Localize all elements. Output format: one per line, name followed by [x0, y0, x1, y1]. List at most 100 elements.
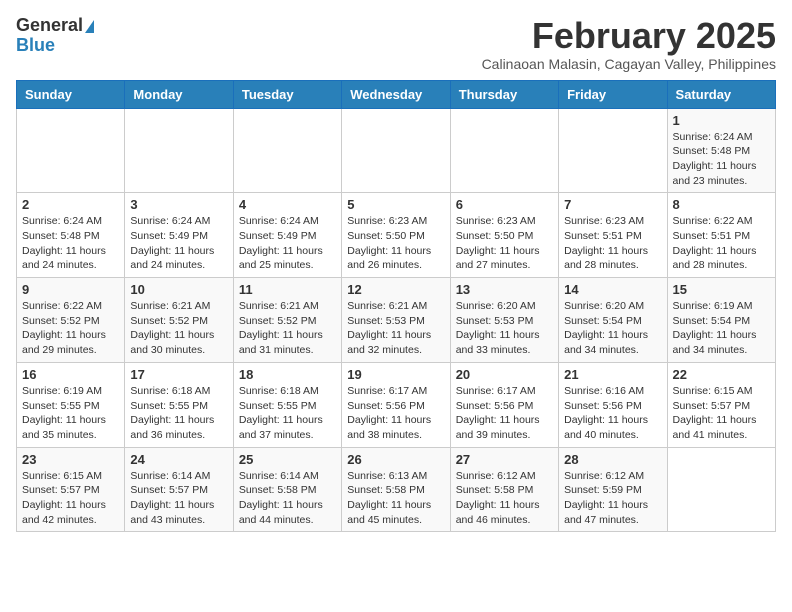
- day-number: 19: [347, 367, 444, 382]
- day-number: 14: [564, 282, 661, 297]
- day-info: Sunrise: 6:19 AM Sunset: 5:54 PM Dayligh…: [673, 299, 770, 358]
- calendar-cell: 8 Sunrise: 6:22 AM Sunset: 5:51 PM Daylig…: [667, 193, 775, 278]
- calendar-cell: [559, 108, 667, 193]
- day-number: 27: [456, 452, 553, 467]
- calendar-header-wednesday: Wednesday: [342, 80, 450, 108]
- day-info: Sunrise: 6:23 AM Sunset: 5:51 PM Dayligh…: [564, 214, 661, 273]
- calendar-cell: 14 Sunrise: 6:20 AM Sunset: 5:54 PM Dayli…: [559, 278, 667, 363]
- day-info: Sunrise: 6:17 AM Sunset: 5:56 PM Dayligh…: [456, 384, 553, 443]
- day-info: Sunrise: 6:20 AM Sunset: 5:53 PM Dayligh…: [456, 299, 553, 358]
- calendar-cell: 6Sunrise: 6:23 AM Sunset: 5:50 PM Daylig…: [450, 193, 558, 278]
- day-number: 4: [239, 197, 336, 212]
- day-number: 7: [564, 197, 661, 212]
- day-info: Sunrise: 6:20 AM Sunset: 5:54 PM Dayligh…: [564, 299, 661, 358]
- calendar-cell: 17 Sunrise: 6:18 AM Sunset: 5:55 PM Dayli…: [125, 362, 233, 447]
- day-number: 5: [347, 197, 444, 212]
- day-info: Sunrise: 6:24 AM Sunset: 5:48 PM Dayligh…: [673, 130, 770, 189]
- day-number: 13: [456, 282, 553, 297]
- calendar-cell: 1 Sunrise: 6:24 AM Sunset: 5:48 PM Daylig…: [667, 108, 775, 193]
- title-area: February 2025 Calinaoan Malasin, Cagayan…: [482, 16, 776, 72]
- calendar-week-row: 2 Sunrise: 6:24 AM Sunset: 5:48 PM Daylig…: [17, 193, 776, 278]
- calendar-header-saturday: Saturday: [667, 80, 775, 108]
- day-info: Sunrise: 6:14 AM Sunset: 5:57 PM Dayligh…: [130, 469, 227, 528]
- day-info: Sunrise: 6:14 AM Sunset: 5:58 PM Dayligh…: [239, 469, 336, 528]
- calendar-cell: 7 Sunrise: 6:23 AM Sunset: 5:51 PM Daylig…: [559, 193, 667, 278]
- day-info: Sunrise: 6:15 AM Sunset: 5:57 PM Dayligh…: [673, 384, 770, 443]
- calendar-week-row: 1 Sunrise: 6:24 AM Sunset: 5:48 PM Daylig…: [17, 108, 776, 193]
- calendar-cell: 15 Sunrise: 6:19 AM Sunset: 5:54 PM Dayli…: [667, 278, 775, 363]
- day-info: Sunrise: 6:13 AM Sunset: 5:58 PM Dayligh…: [347, 469, 444, 528]
- day-number: 20: [456, 367, 553, 382]
- day-info: Sunrise: 6:18 AM Sunset: 5:55 PM Dayligh…: [130, 384, 227, 443]
- day-number: 18: [239, 367, 336, 382]
- day-info: Sunrise: 6:21 AM Sunset: 5:52 PM Dayligh…: [130, 299, 227, 358]
- day-info: Sunrise: 6:17 AM Sunset: 5:56 PM Dayligh…: [347, 384, 444, 443]
- day-info: Sunrise: 6:21 AM Sunset: 5:52 PM Dayligh…: [239, 299, 336, 358]
- day-number: 3: [130, 197, 227, 212]
- calendar-header-tuesday: Tuesday: [233, 80, 341, 108]
- calendar-cell: 16 Sunrise: 6:19 AM Sunset: 5:55 PM Dayli…: [17, 362, 125, 447]
- header: General Blue February 2025 Calinaoan Mal…: [16, 16, 776, 72]
- day-number: 1: [673, 113, 770, 128]
- calendar-cell: 11 Sunrise: 6:21 AM Sunset: 5:52 PM Dayli…: [233, 278, 341, 363]
- day-number: 16: [22, 367, 119, 382]
- calendar-cell: 25 Sunrise: 6:14 AM Sunset: 5:58 PM Dayli…: [233, 447, 341, 532]
- logo: General Blue: [16, 16, 94, 56]
- day-info: Sunrise: 6:16 AM Sunset: 5:56 PM Dayligh…: [564, 384, 661, 443]
- day-info: Sunrise: 6:23 AM Sunset: 5:50 PM Dayligh…: [347, 214, 444, 273]
- calendar-cell: 9 Sunrise: 6:22 AM Sunset: 5:52 PM Daylig…: [17, 278, 125, 363]
- day-info: Sunrise: 6:22 AM Sunset: 5:52 PM Dayligh…: [22, 299, 119, 358]
- day-info: Sunrise: 6:24 AM Sunset: 5:48 PM Dayligh…: [22, 214, 119, 273]
- calendar-cell: [125, 108, 233, 193]
- calendar-week-row: 23 Sunrise: 6:15 AM Sunset: 5:57 PM Dayli…: [17, 447, 776, 532]
- day-number: 17: [130, 367, 227, 382]
- calendar-cell: [450, 108, 558, 193]
- calendar-cell: 26Sunrise: 6:13 AM Sunset: 5:58 PM Dayli…: [342, 447, 450, 532]
- day-number: 25: [239, 452, 336, 467]
- day-info: Sunrise: 6:19 AM Sunset: 5:55 PM Dayligh…: [22, 384, 119, 443]
- calendar-cell: 13 Sunrise: 6:20 AM Sunset: 5:53 PM Dayli…: [450, 278, 558, 363]
- calendar-cell: [342, 108, 450, 193]
- day-info: Sunrise: 6:24 AM Sunset: 5:49 PM Dayligh…: [239, 214, 336, 273]
- day-number: 2: [22, 197, 119, 212]
- day-number: 28: [564, 452, 661, 467]
- calendar-cell: 19 Sunrise: 6:17 AM Sunset: 5:56 PM Dayli…: [342, 362, 450, 447]
- calendar-cell: [17, 108, 125, 193]
- calendar-header-friday: Friday: [559, 80, 667, 108]
- calendar-cell: 3 Sunrise: 6:24 AM Sunset: 5:49 PM Daylig…: [125, 193, 233, 278]
- day-number: 9: [22, 282, 119, 297]
- day-number: 8: [673, 197, 770, 212]
- day-number: 6: [456, 197, 553, 212]
- day-info: Sunrise: 6:12 AM Sunset: 5:58 PM Dayligh…: [456, 469, 553, 528]
- calendar-header-monday: Monday: [125, 80, 233, 108]
- calendar-cell: 21Sunrise: 6:16 AM Sunset: 5:56 PM Dayli…: [559, 362, 667, 447]
- day-number: 15: [673, 282, 770, 297]
- day-number: 22: [673, 367, 770, 382]
- calendar-week-row: 9 Sunrise: 6:22 AM Sunset: 5:52 PM Daylig…: [17, 278, 776, 363]
- day-info: Sunrise: 6:22 AM Sunset: 5:51 PM Dayligh…: [673, 214, 770, 273]
- calendar-cell: 5 Sunrise: 6:23 AM Sunset: 5:50 PM Daylig…: [342, 193, 450, 278]
- day-info: Sunrise: 6:24 AM Sunset: 5:49 PM Dayligh…: [130, 214, 227, 273]
- day-number: 11: [239, 282, 336, 297]
- day-info: Sunrise: 6:18 AM Sunset: 5:55 PM Dayligh…: [239, 384, 336, 443]
- calendar-cell: 12 Sunrise: 6:21 AM Sunset: 5:53 PM Dayli…: [342, 278, 450, 363]
- calendar-cell: 2 Sunrise: 6:24 AM Sunset: 5:48 PM Daylig…: [17, 193, 125, 278]
- page-subtitle: Calinaoan Malasin, Cagayan Valley, Phili…: [482, 56, 776, 72]
- calendar-header-thursday: Thursday: [450, 80, 558, 108]
- calendar-cell: 28Sunrise: 6:12 AM Sunset: 5:59 PM Dayli…: [559, 447, 667, 532]
- calendar-cell: 18 Sunrise: 6:18 AM Sunset: 5:55 PM Dayli…: [233, 362, 341, 447]
- day-number: 24: [130, 452, 227, 467]
- calendar-cell: 10 Sunrise: 6:21 AM Sunset: 5:52 PM Dayli…: [125, 278, 233, 363]
- logo-line1: General: [16, 16, 94, 36]
- calendar-cell: 23 Sunrise: 6:15 AM Sunset: 5:57 PM Dayli…: [17, 447, 125, 532]
- calendar-week-row: 16 Sunrise: 6:19 AM Sunset: 5:55 PM Dayli…: [17, 362, 776, 447]
- day-number: 10: [130, 282, 227, 297]
- day-info: Sunrise: 6:15 AM Sunset: 5:57 PM Dayligh…: [22, 469, 119, 528]
- day-info: Sunrise: 6:21 AM Sunset: 5:53 PM Dayligh…: [347, 299, 444, 358]
- logo-line2: Blue: [16, 36, 94, 56]
- calendar-cell: 24 Sunrise: 6:14 AM Sunset: 5:57 PM Dayli…: [125, 447, 233, 532]
- day-number: 23: [22, 452, 119, 467]
- calendar-header-row: SundayMondayTuesdayWednesdayThursdayFrid…: [17, 80, 776, 108]
- calendar-cell: [667, 447, 775, 532]
- day-number: 12: [347, 282, 444, 297]
